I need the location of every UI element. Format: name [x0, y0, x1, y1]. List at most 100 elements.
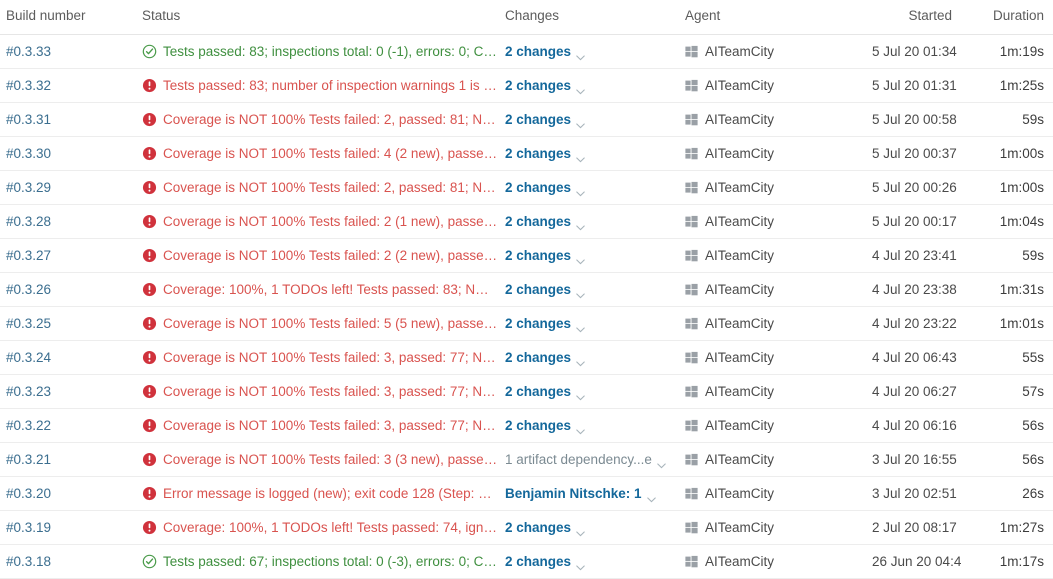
build-number-link[interactable]: #0.3.32	[6, 78, 51, 93]
changes-dropdown[interactable]: 2 changes	[505, 282, 679, 298]
table-row[interactable]: #0.3.19 Coverage: 100%, 1 TODOs left! Tes…	[0, 510, 1053, 545]
build-number-link[interactable]: #0.3.31	[6, 112, 51, 127]
column-header-started[interactable]: Started	[872, 0, 962, 35]
build-number-link[interactable]: #0.3.28	[6, 214, 51, 229]
changes-link[interactable]: 2 changes	[505, 384, 571, 399]
windows-agent-icon	[685, 453, 698, 466]
column-header-agent[interactable]: Agent	[680, 0, 872, 35]
chevron-down-icon[interactable]	[576, 117, 585, 128]
table-row[interactable]: #0.3.30 Coverage is NOT 100% Tests failed…	[0, 136, 1053, 171]
status-text: Coverage is NOT 100% Tests failed: 2, pa…	[163, 180, 498, 195]
changes-dropdown[interactable]: 2 changes	[505, 78, 679, 94]
chevron-down-icon[interactable]	[576, 151, 585, 162]
changes-link[interactable]: 2 changes	[505, 316, 571, 331]
build-number-link[interactable]: #0.3.23	[6, 384, 51, 399]
chevron-down-icon[interactable]	[576, 559, 585, 570]
changes-link[interactable]: Benjamin Nitschke: 1	[505, 486, 642, 501]
build-number-link[interactable]: #0.3.21	[6, 452, 51, 467]
cell-duration: 1m:25s	[962, 68, 1053, 103]
table-row[interactable]: #0.3.32 Tests passed: 83; number of inspe…	[0, 68, 1053, 103]
cell-duration: 57s	[962, 374, 1053, 409]
error-circle-icon	[142, 418, 157, 433]
chevron-down-icon[interactable]	[576, 83, 585, 94]
changes-dropdown[interactable]: 2 changes	[505, 44, 679, 60]
cell-duration: 1m:00s	[962, 170, 1053, 205]
status-badge: Coverage is NOT 100% Tests failed: 5 (5 …	[142, 316, 498, 331]
changes-link[interactable]: 2 changes	[505, 248, 571, 263]
build-number-link[interactable]: #0.3.30	[6, 146, 51, 161]
build-number-link[interactable]: #0.3.24	[6, 350, 51, 365]
table-row[interactable]: #0.3.22 Coverage is NOT 100% Tests failed…	[0, 408, 1053, 443]
chevron-down-icon[interactable]	[657, 457, 666, 468]
changes-dropdown[interactable]: 2 changes	[505, 214, 679, 230]
build-number-link[interactable]: #0.3.19	[6, 520, 51, 535]
changes-link[interactable]: 2 changes	[505, 350, 571, 365]
build-number-link[interactable]: #0.3.22	[6, 418, 51, 433]
cell-build-number: #0.3.28	[0, 204, 136, 239]
build-number-link[interactable]: #0.3.27	[6, 248, 51, 263]
changes-dropdown[interactable]: 2 changes	[505, 248, 679, 264]
build-number-link[interactable]: #0.3.29	[6, 180, 51, 195]
cell-build-number: #0.3.18	[0, 544, 136, 579]
chevron-down-icon[interactable]	[576, 389, 585, 400]
column-header-build-number[interactable]: Build number	[0, 0, 136, 35]
status-badge: Coverage is NOT 100% Tests failed: 2, pa…	[142, 112, 498, 127]
changes-dropdown[interactable]: 1 artifact dependency...e	[505, 452, 679, 468]
changes-link[interactable]: 2 changes	[505, 282, 571, 297]
table-row[interactable]: #0.3.29 Coverage is NOT 100% Tests failed…	[0, 170, 1053, 205]
changes-dropdown[interactable]: 2 changes	[505, 180, 679, 196]
chevron-down-icon[interactable]	[576, 321, 585, 332]
changes-link[interactable]: 1 artifact dependency...e	[505, 452, 652, 467]
changes-link[interactable]: 2 changes	[505, 214, 571, 229]
table-row[interactable]: #0.3.18 Tests passed: 67; inspections tot…	[0, 544, 1053, 579]
changes-link[interactable]: 2 changes	[505, 554, 571, 569]
changes-dropdown[interactable]: 2 changes	[505, 418, 679, 434]
table-row[interactable]: #0.3.24 Coverage is NOT 100% Tests failed…	[0, 340, 1053, 375]
table-row[interactable]: #0.3.27 Coverage is NOT 100% Tests failed…	[0, 238, 1053, 273]
changes-dropdown[interactable]: Benjamin Nitschke: 1	[505, 486, 679, 502]
table-row[interactable]: #0.3.31 Coverage is NOT 100% Tests failed…	[0, 102, 1053, 137]
build-number-link[interactable]: #0.3.26	[6, 282, 51, 297]
column-header-duration[interactable]: Duration	[962, 0, 1053, 35]
chevron-down-icon[interactable]	[646, 491, 656, 502]
table-row[interactable]: #0.3.20 Error message is logged (new); ex…	[0, 476, 1053, 511]
column-header-changes[interactable]: Changes	[500, 0, 680, 35]
changes-dropdown[interactable]: 2 changes	[505, 112, 679, 128]
chevron-down-icon[interactable]	[576, 287, 585, 298]
changes-dropdown[interactable]: 2 changes	[505, 350, 679, 366]
table-row[interactable]: #0.3.23 Coverage is NOT 100% Tests failed…	[0, 374, 1053, 409]
chevron-down-icon[interactable]	[576, 355, 585, 366]
build-number-link[interactable]: #0.3.25	[6, 316, 51, 331]
changes-link[interactable]: 2 changes	[505, 520, 571, 535]
cell-agent: AITeamCity	[680, 306, 872, 341]
chevron-down-icon[interactable]	[576, 525, 585, 536]
table-row[interactable]: #0.3.33 Tests passed: 83; inspections tot…	[0, 34, 1053, 69]
changes-link[interactable]: 2 changes	[505, 418, 571, 433]
table-row[interactable]: #0.3.25 Coverage is NOT 100% Tests failed…	[0, 306, 1053, 341]
cell-status: Coverage is NOT 100% Tests failed: 2, pa…	[136, 170, 500, 205]
cell-started: 4 Jul 20 06:27	[872, 374, 962, 409]
chevron-down-icon[interactable]	[576, 185, 585, 196]
table-row[interactable]: #0.3.26 Coverage: 100%, 1 TODOs left! Tes…	[0, 272, 1053, 307]
table-row[interactable]: #0.3.21 Coverage is NOT 100% Tests failed…	[0, 442, 1053, 477]
chevron-down-icon[interactable]	[576, 423, 585, 434]
changes-dropdown[interactable]: 2 changes	[505, 316, 679, 332]
changes-link[interactable]: 2 changes	[505, 78, 571, 93]
column-header-status[interactable]: Status	[136, 0, 500, 35]
changes-dropdown[interactable]: 2 changes	[505, 554, 679, 570]
build-number-link[interactable]: #0.3.20	[6, 486, 51, 501]
build-number-link[interactable]: #0.3.18	[6, 554, 51, 569]
changes-link[interactable]: 2 changes	[505, 180, 571, 195]
chevron-down-icon[interactable]	[576, 253, 585, 264]
changes-link[interactable]: 2 changes	[505, 44, 571, 59]
chevron-down-icon[interactable]	[576, 219, 585, 230]
chevron-down-icon[interactable]	[576, 49, 585, 60]
cell-build-number: #0.3.24	[0, 340, 136, 375]
changes-dropdown[interactable]: 2 changes	[505, 384, 679, 400]
changes-dropdown[interactable]: 2 changes	[505, 146, 679, 162]
build-number-link[interactable]: #0.3.33	[6, 44, 51, 59]
table-row[interactable]: #0.3.28 Coverage is NOT 100% Tests failed…	[0, 204, 1053, 239]
changes-dropdown[interactable]: 2 changes	[505, 520, 679, 536]
changes-link[interactable]: 2 changes	[505, 146, 571, 161]
changes-link[interactable]: 2 changes	[505, 112, 571, 127]
